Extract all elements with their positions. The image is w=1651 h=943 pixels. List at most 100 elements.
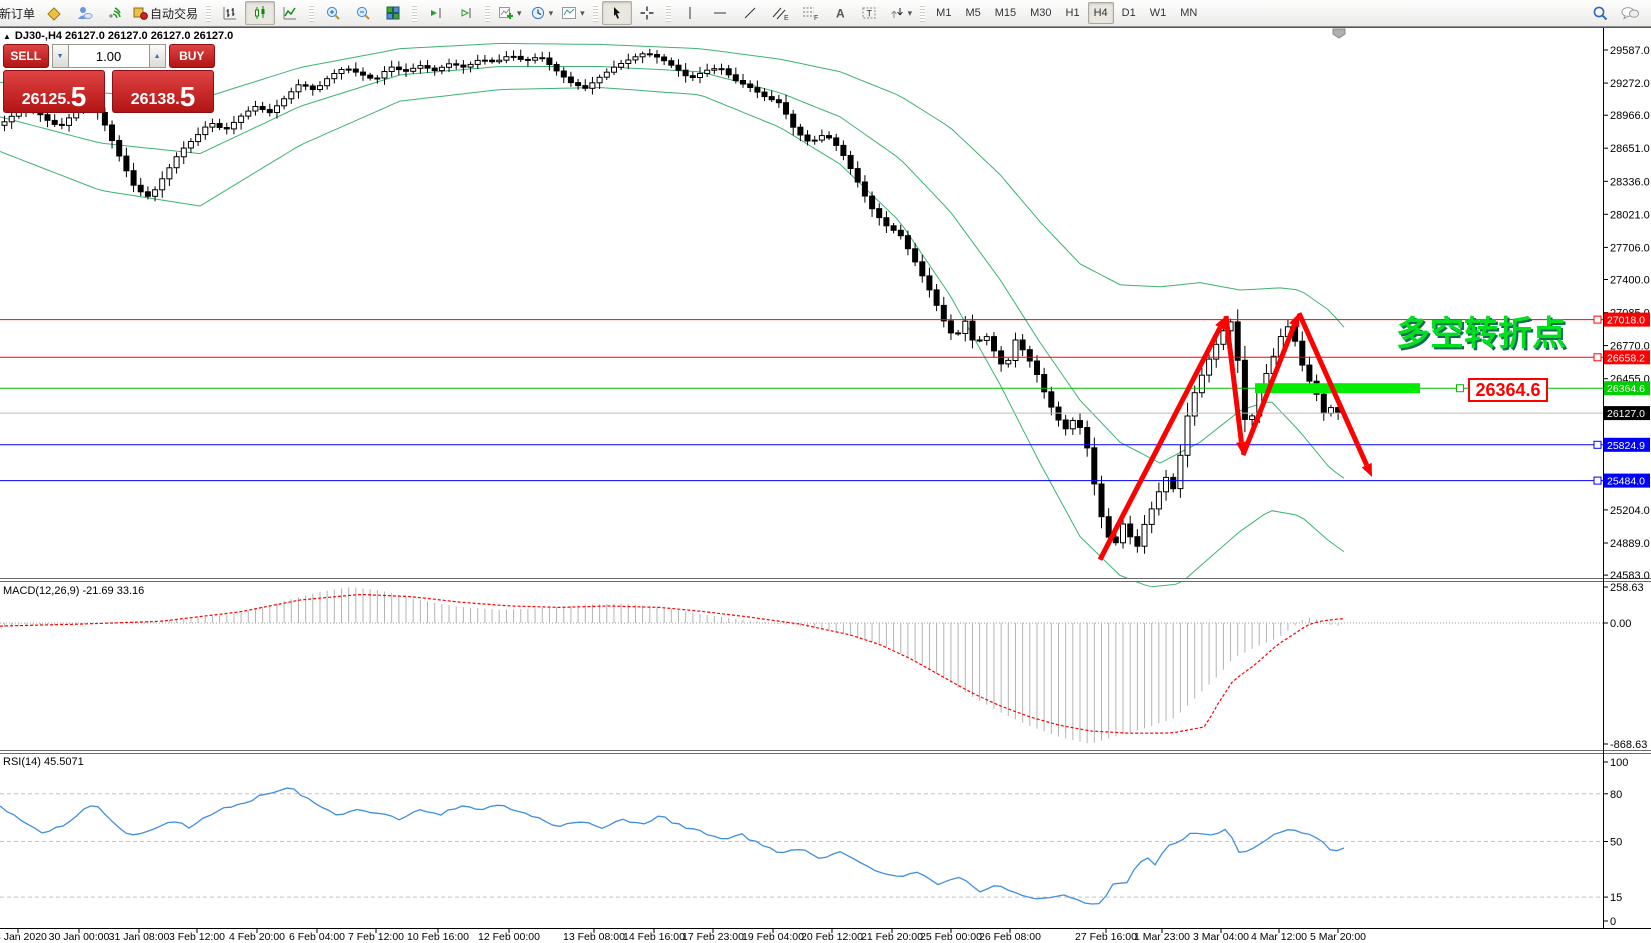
zoom-in-button[interactable] <box>318 1 348 25</box>
bar-chart-mode-button[interactable] <box>215 1 245 25</box>
svg-text:6 Feb 04:00: 6 Feb 04:00 <box>289 931 345 943</box>
svg-text:28651.0: 28651.0 <box>1610 143 1650 155</box>
triangle-down-icon: ▼ <box>57 53 64 60</box>
sell-button[interactable]: SELL <box>3 44 49 68</box>
fibonacci-icon: F <box>801 5 819 21</box>
candlestick-icon <box>252 5 268 21</box>
text-tool-button[interactable]: A <box>825 1 855 25</box>
market-watch-button[interactable] <box>39 1 69 25</box>
svg-text:14 Feb 16:00: 14 Feb 16:00 <box>623 931 685 943</box>
community-button[interactable] <box>69 1 99 25</box>
sell-price-frac: 5 <box>71 86 87 108</box>
indicators-button[interactable]: ▾ <box>494 1 526 25</box>
timeframe-button-m15[interactable]: M15 <box>989 2 1022 24</box>
candle-chart-mode-button[interactable] <box>245 1 275 25</box>
svg-text:27706.0: 27706.0 <box>1610 242 1650 254</box>
turning-point-annotation[interactable]: 多空转折点 <box>1396 306 1566 355</box>
svg-text:100: 100 <box>1610 757 1628 769</box>
timeframe-button-m5[interactable]: M5 <box>959 2 986 24</box>
timeframe-button-h1[interactable]: H1 <box>1060 2 1086 24</box>
svg-text:24583.0: 24583.0 <box>1610 570 1650 582</box>
volume-stepper: ▼ ▲ <box>52 44 166 68</box>
symbol-ohlc-text: DJ30-,H4 26127.0 26127.0 26127.0 26127.0 <box>15 30 233 42</box>
cursor-tool-button[interactable] <box>602 1 632 25</box>
timeframe-button-m1[interactable]: M1 <box>930 2 957 24</box>
auto-scroll-button[interactable] <box>451 1 481 25</box>
svg-text:25 Feb 00:00: 25 Feb 00:00 <box>920 931 982 943</box>
timeframe-button-w1[interactable]: W1 <box>1144 2 1173 24</box>
svg-text:3 Mar 04:00: 3 Mar 04:00 <box>1193 931 1249 943</box>
chart-shift-button[interactable] <box>421 1 451 25</box>
toolbar-grip <box>920 4 925 22</box>
shapes-tool-button[interactable]: ▾ <box>885 1 917 25</box>
svg-text:25824.9: 25824.9 <box>1607 440 1645 452</box>
chart-canvas[interactable]: 29587.029272.028966.028651.028336.028021… <box>0 0 1651 943</box>
one-click-trade-panel: SELL ▼ ▲ BUY 26125.5 26138.5 <box>3 44 215 113</box>
label-tool-button[interactable]: T <box>855 1 885 25</box>
zoom-out-button[interactable] <box>348 1 378 25</box>
new-order-button[interactable]: 新订单 <box>0 1 39 25</box>
sell-price-button[interactable]: 26125.5 <box>3 70 105 113</box>
periods-button[interactable]: ▾ <box>526 1 558 25</box>
line-chart-mode-button[interactable] <box>275 1 305 25</box>
triangle-up-icon: ▲ <box>154 53 161 60</box>
arrows-shapes-icon <box>889 5 905 21</box>
crosshair-tool-button[interactable] <box>632 1 662 25</box>
svg-text:26658.2: 26658.2 <box>1607 352 1645 364</box>
buy-button[interactable]: BUY <box>169 44 215 68</box>
svg-text:50: 50 <box>1610 837 1622 849</box>
chat-button[interactable] <box>1615 1 1645 25</box>
new-order-label: 新订单 <box>0 5 35 22</box>
timeframe-button-d1[interactable]: D1 <box>1116 2 1142 24</box>
symbol-search-button[interactable] <box>1585 1 1615 25</box>
buy-price-frac: 5 <box>180 86 196 108</box>
text-tool-icon: A <box>833 5 847 21</box>
timeframe-button-m30[interactable]: M30 <box>1024 2 1057 24</box>
svg-text:26 Feb 08:00: 26 Feb 08:00 <box>979 931 1041 943</box>
svg-text:26127.0: 26127.0 <box>1607 408 1645 420</box>
buy-price-button[interactable]: 26138.5 <box>112 70 214 113</box>
channel-tool-button[interactable]: E <box>765 1 795 25</box>
svg-text:80: 80 <box>1610 789 1622 801</box>
fibonacci-tool-button[interactable]: F <box>795 1 825 25</box>
svg-text:26364.6: 26364.6 <box>1607 383 1645 395</box>
timeframe-button-mn[interactable]: MN <box>1174 2 1203 24</box>
zoom-out-icon <box>355 5 371 21</box>
toolbar-grip <box>593 4 598 22</box>
price-callout-box[interactable]: 26364.6 <box>1468 378 1548 402</box>
svg-text:4 Feb 20:00: 4 Feb 20:00 <box>229 931 285 943</box>
trendline-tool-button[interactable] <box>735 1 765 25</box>
svg-text:F: F <box>814 15 818 21</box>
macd-indicator-label: MACD(12,26,9) -21.69 33.16 <box>3 585 144 597</box>
svg-text:15: 15 <box>1610 892 1622 904</box>
timeframe-button-h4[interactable]: H4 <box>1088 2 1114 24</box>
svg-text:19 Feb 04:00: 19 Feb 04:00 <box>742 931 804 943</box>
equidistant-channel-icon: E <box>771 5 789 21</box>
auto-trading-label: 自动交易 <box>150 5 198 22</box>
volume-increase-button[interactable]: ▲ <box>149 44 166 68</box>
buy-price-main: 26138 <box>131 92 176 108</box>
auto-trading-button[interactable]: 自动交易 <box>129 1 202 25</box>
svg-text:-868.63: -868.63 <box>1610 739 1647 751</box>
vertical-line-icon <box>683 5 697 21</box>
svg-text:25204.0: 25204.0 <box>1610 505 1650 517</box>
volume-input[interactable] <box>69 44 149 68</box>
svg-text:12 Feb 00:00: 12 Feb 00:00 <box>478 931 540 943</box>
vertical-line-tool-button[interactable] <box>675 1 705 25</box>
signals-button[interactable] <box>99 1 129 25</box>
horizontal-line-tool-button[interactable] <box>705 1 735 25</box>
svg-text:E: E <box>784 15 789 21</box>
collapse-triangle-icon[interactable]: ▲ <box>3 32 11 41</box>
tile-windows-button[interactable] <box>378 1 408 25</box>
gold-tag-icon <box>46 5 62 21</box>
signal-waves-icon <box>106 5 122 21</box>
chevron-down-icon: ▾ <box>580 8 585 19</box>
toolbar-grip <box>666 4 671 22</box>
svg-text:3 Feb 12:00: 3 Feb 12:00 <box>169 931 225 943</box>
templates-button[interactable]: ▾ <box>557 1 589 25</box>
volume-decrease-button[interactable]: ▼ <box>52 44 69 68</box>
community-person-icon <box>76 5 93 21</box>
chart-window-border <box>0 27 1651 28</box>
macd-layer <box>0 587 1603 743</box>
tile-windows-icon <box>385 5 401 21</box>
